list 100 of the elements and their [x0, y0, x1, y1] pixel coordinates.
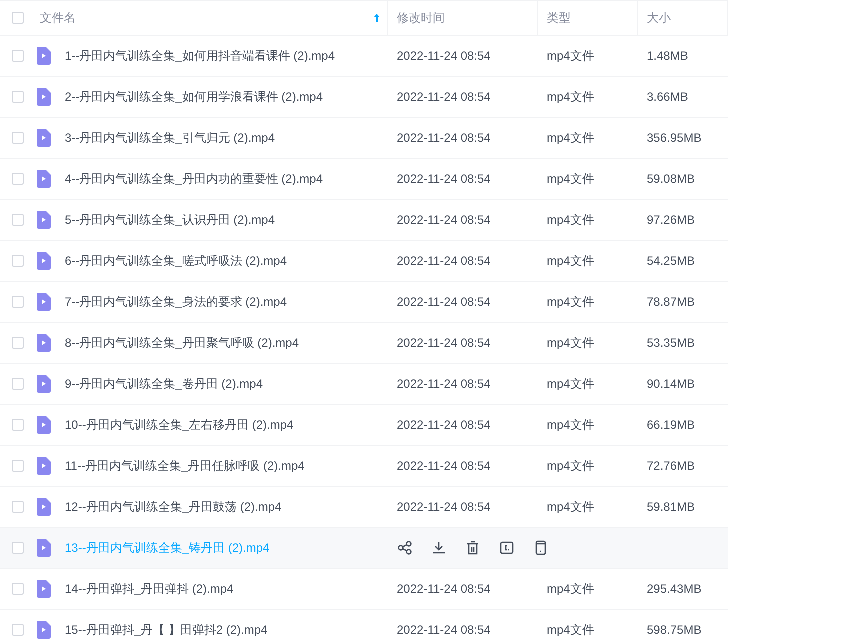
- file-row[interactable]: 8--丹田内气训练全集_丹田聚气呼吸 (2).mp4 2022-11-24 08:54 mp4文件 53.35MB: [0, 323, 728, 364]
- sort-arrow-icon[interactable]: [373, 13, 381, 23]
- file-type: mp4文件: [546, 498, 596, 516]
- file-name[interactable]: 6--丹田内气训练全集_嗟式呼吸法 (2).mp4: [65, 252, 288, 270]
- video-file-icon: [37, 47, 51, 65]
- file-row[interactable]: 2--丹田内气训练全集_如何用学浪看课件 (2).mp4 2022-11-24 08:54 mp4文件 3.66MB: [0, 77, 728, 118]
- video-file-icon: [37, 580, 51, 598]
- file-name[interactable]: 5--丹田内气训练全集_认识丹田 (2).mp4: [65, 212, 276, 228]
- modified-time: 2022-11-24 08:54: [396, 49, 492, 63]
- file-row[interactable]: 14--丹田弹抖_丹田弹抖 (2).mp4 2022-11-24 08:54 mp4文件 295.43MB: [0, 569, 728, 610]
- file-size: 59.08MB: [646, 172, 696, 186]
- file-size: 78.87MB: [646, 295, 696, 309]
- checkbox[interactable]: [12, 419, 24, 431]
- video-file-icon: [37, 375, 51, 393]
- trash-icon[interactable]: [465, 540, 481, 556]
- modified-time: 2022-11-24 08:54: [396, 172, 492, 186]
- file-type: mp4文件: [546, 580, 596, 598]
- video-file-icon: [37, 334, 51, 352]
- checkbox[interactable]: [12, 173, 24, 185]
- modified-time: 2022-11-24 08:54: [396, 254, 492, 268]
- checkbox[interactable]: [12, 132, 24, 144]
- checkbox[interactable]: [12, 214, 24, 226]
- checkbox[interactable]: [12, 12, 24, 24]
- file-size: 72.76MB: [646, 459, 696, 473]
- file-type: mp4文件: [546, 88, 596, 106]
- checkbox[interactable]: [12, 378, 24, 390]
- checkbox[interactable]: [12, 542, 24, 554]
- file-row[interactable]: 5--丹田内气训练全集_认识丹田 (2).mp4 2022-11-24 08:54 mp4文件 97.26MB: [0, 200, 728, 241]
- modified-time: 2022-11-24 08:54: [396, 418, 492, 432]
- file-type: mp4文件: [546, 48, 596, 64]
- file-type: mp4文件: [546, 252, 596, 270]
- file-row[interactable]: 7--丹田内气训练全集_身法的要求 (2).mp4 2022-11-24 08:54 mp4文件 78.87MB: [0, 282, 728, 323]
- download-icon[interactable]: [431, 540, 447, 556]
- file-name[interactable]: 3--丹田内气训练全集_引气归元 (2).mp4: [65, 130, 276, 146]
- file-name[interactable]: 14--丹田弹抖_丹田弹抖 (2).mp4: [65, 580, 234, 598]
- file-row[interactable]: 3--丹田内气训练全集_引气归元 (2).mp4 2022-11-24 08:54 mp4文件 356.95MB: [0, 118, 728, 159]
- file-row[interactable]: 11--丹田内气训练全集_丹田任脉呼吸 (2).mp4 2022-11-24 08:54 mp4文件 72.76MB: [0, 446, 728, 487]
- checkbox[interactable]: [12, 50, 24, 62]
- modified-time: 2022-11-24 08:54: [396, 336, 492, 350]
- file-size: 59.81MB: [646, 500, 696, 514]
- checkbox[interactable]: [12, 337, 24, 349]
- file-row[interactable]: 1--丹田内气训练全集_如何用抖音端看课件 (2).mp4 2022-11-24 08:54 mp4文件 1.48MB: [0, 36, 728, 77]
- modified-time: 2022-11-24 08:54: [396, 459, 492, 473]
- file-name[interactable]: 8--丹田内气训练全集_丹田聚气呼吸 (2).mp4: [65, 334, 300, 352]
- checkbox[interactable]: [12, 460, 24, 472]
- file-name[interactable]: 4--丹田内气训练全集_丹田内功的重要性 (2).mp4: [65, 170, 324, 188]
- file-name[interactable]: 2--丹田内气训练全集_如何用学浪看课件 (2).mp4: [65, 88, 324, 106]
- file-type: mp4文件: [546, 170, 596, 188]
- file-name[interactable]: 9--丹田内气训练全集_卷丹田 (2).mp4: [65, 376, 264, 392]
- file-size: 3.66MB: [646, 90, 690, 104]
- video-file-icon: [37, 498, 51, 516]
- video-file-icon: [37, 621, 51, 639]
- file-name[interactable]: 7--丹田内气训练全集_身法的要求 (2).mp4: [65, 294, 288, 310]
- file-type: mp4文件: [546, 622, 596, 638]
- file-name[interactable]: 11--丹田内气训练全集_丹田任脉呼吸 (2).mp4: [65, 458, 305, 474]
- share-icon[interactable]: [397, 540, 413, 556]
- file-row[interactable]: 6--丹田内气训练全集_嗟式呼吸法 (2).mp4 2022-11-24 08:54 mp4文件 54.25MB: [0, 241, 728, 282]
- text-box-icon[interactable]: [499, 540, 515, 556]
- file-size: 295.43MB: [646, 582, 703, 596]
- checkbox[interactable]: [12, 296, 24, 308]
- file-name[interactable]: 10--丹田内气训练全集_左右移丹田 (2).mp4: [65, 416, 294, 434]
- device-icon[interactable]: [533, 540, 549, 556]
- modified-time: 2022-11-24 08:54: [396, 500, 492, 514]
- file-size: 356.95MB: [646, 131, 703, 145]
- video-file-icon: [37, 539, 51, 557]
- video-file-icon: [37, 129, 51, 147]
- file-row[interactable]: 4--丹田内气训练全集_丹田内功的重要性 (2).mp4 2022-11-24 08:54 mp4文件 59.08MB: [0, 159, 728, 200]
- file-size: 53.35MB: [646, 336, 696, 350]
- file-type: mp4文件: [546, 212, 596, 228]
- file-name[interactable]: 12--丹田内气训练全集_丹田鼓荡 (2).mp4: [65, 498, 282, 516]
- file-name[interactable]: 1--丹田内气训练全集_如何用抖音端看课件 (2).mp4: [65, 48, 336, 64]
- file-size: 598.75MB: [646, 623, 703, 637]
- video-file-icon: [37, 457, 51, 475]
- file-size: 90.14MB: [646, 377, 696, 391]
- video-file-icon: [37, 293, 51, 311]
- modified-time: 2022-11-24 08:54: [396, 623, 492, 637]
- file-row[interactable]: 10--丹田内气训练全集_左右移丹田 (2).mp4 2022-11-24 08:54 mp4文件 66.19MB: [0, 405, 728, 446]
- checkbox[interactable]: [12, 255, 24, 267]
- file-type: mp4文件: [546, 294, 596, 310]
- file-size: 54.25MB: [646, 254, 696, 268]
- checkbox[interactable]: [12, 501, 24, 513]
- file-type: mp4文件: [546, 416, 596, 434]
- video-file-icon: [37, 170, 51, 188]
- checkbox[interactable]: [12, 583, 24, 595]
- file-row[interactable]: 15--丹田弹抖_丹【 】田弹抖2 (2).mp4 2022-11-24 08:54 mp4文件 598.75MB: [0, 610, 728, 639]
- video-file-icon: [37, 252, 51, 270]
- modified-time: 2022-11-24 08:54: [396, 213, 492, 227]
- file-name[interactable]: 15--丹田弹抖_丹【 】田弹抖2 (2).mp4: [65, 622, 268, 638]
- video-file-icon: [37, 416, 51, 434]
- modified-time: 2022-11-24 08:54: [396, 131, 492, 145]
- file-row[interactable]: 9--丹田内气训练全集_卷丹田 (2).mp4 2022-11-24 08:54 mp4文件 90.14MB: [0, 364, 728, 405]
- modified-time: 2022-11-24 08:54: [396, 582, 492, 596]
- checkbox[interactable]: [12, 91, 24, 103]
- video-file-icon: [37, 88, 51, 106]
- file-size: 66.19MB: [646, 418, 696, 432]
- file-size: 97.26MB: [646, 213, 696, 227]
- video-file-icon: [37, 211, 51, 229]
- file-type: mp4文件: [546, 334, 596, 352]
- file-type: mp4文件: [546, 458, 596, 474]
- checkbox[interactable]: [12, 624, 24, 636]
